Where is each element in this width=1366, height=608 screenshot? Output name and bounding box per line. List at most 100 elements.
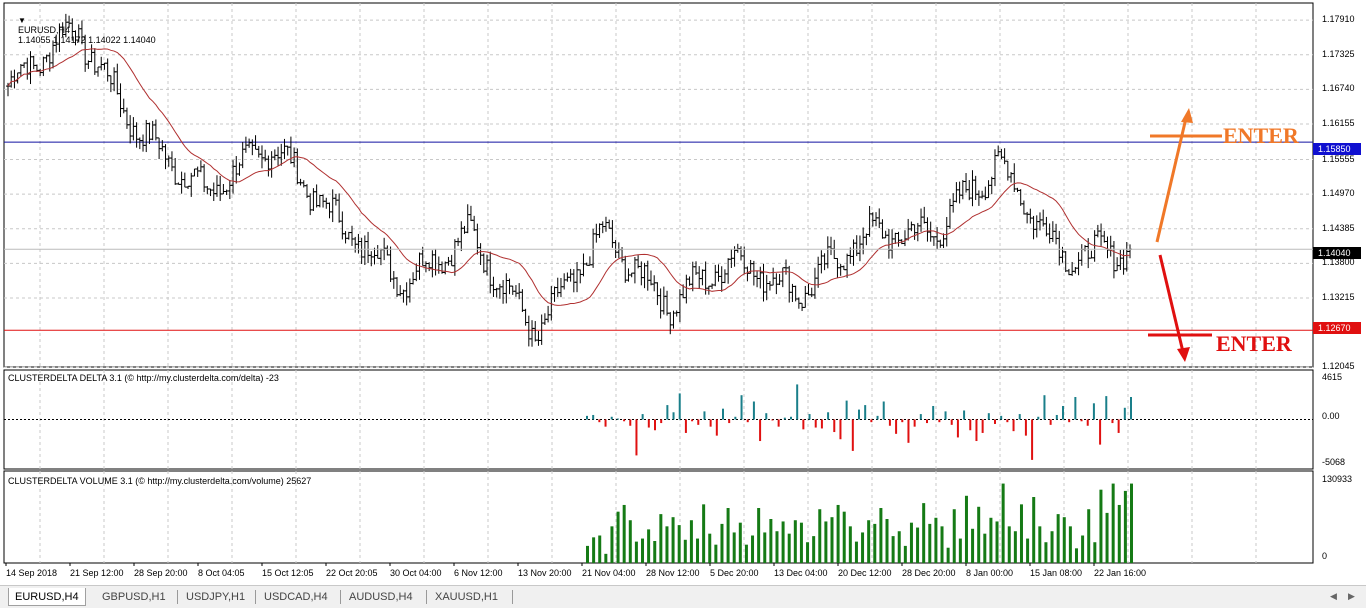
tab-separator xyxy=(177,590,178,604)
delta-bar xyxy=(691,419,694,422)
delta-bar xyxy=(598,419,601,423)
volume-bar xyxy=(971,528,975,563)
volume-bar xyxy=(861,532,865,563)
main-pane-border xyxy=(3,2,1314,368)
time-tick-label: 21 Sep 12:00 xyxy=(70,568,124,578)
delta-bar xyxy=(740,395,743,420)
delta-bar xyxy=(722,408,724,420)
volume-bar xyxy=(897,531,901,563)
volume-bar xyxy=(873,523,877,563)
delta-bar xyxy=(926,419,928,424)
tab-gbpusd-h1[interactable]: GBPUSD,H1 xyxy=(96,588,172,606)
volume-bar xyxy=(867,520,871,563)
volume-bar xyxy=(683,539,687,563)
delta-bar xyxy=(654,419,656,431)
volume-bar xyxy=(977,506,981,563)
moving-average-line xyxy=(7,48,1131,306)
delta-bar xyxy=(994,419,996,424)
delta-bar xyxy=(629,419,632,426)
volume-bar xyxy=(958,538,962,563)
delta-bar xyxy=(814,419,817,428)
time-tick-label: 21 Nov 04:00 xyxy=(582,568,636,578)
volume-bar xyxy=(1013,531,1017,563)
volume-bar xyxy=(1111,483,1115,563)
tab-audusd-h4[interactable]: AUDUSD,H4 xyxy=(343,588,419,606)
delta-bar xyxy=(1105,396,1108,420)
delta-bar xyxy=(765,413,768,420)
volume-bar xyxy=(653,541,657,563)
price-tick-label: 1.14970 xyxy=(1322,188,1355,199)
volume-bar xyxy=(909,522,913,563)
enter-down-label: ENTER xyxy=(1216,331,1292,356)
delta-bar xyxy=(697,419,700,425)
time-tick-label: 8 Jan 00:00 xyxy=(966,568,1014,578)
price-tick-label: 1.17910 xyxy=(1322,14,1355,25)
time-tick-label: 14 Sep 2018 xyxy=(6,568,58,578)
tab-usdcad-h4[interactable]: USDCAD,H4 xyxy=(258,588,334,606)
delta-bar xyxy=(882,401,885,420)
scroll-right-icon[interactable]: ▶ xyxy=(1348,591,1355,602)
volume-bar xyxy=(708,533,712,563)
tab-usdjpy-h1[interactable]: USDJPY,H1 xyxy=(180,588,251,606)
time-tick-label: 30 Oct 04:00 xyxy=(390,568,442,578)
volume-bar xyxy=(799,522,803,563)
volume-bar xyxy=(702,504,706,563)
volume-bar xyxy=(744,544,748,563)
time-tick-label: 22 Oct 20:05 xyxy=(326,568,378,578)
delta-bar xyxy=(827,412,830,420)
volume-bar xyxy=(775,531,779,563)
delta-bar xyxy=(1037,416,1040,420)
delta-bar xyxy=(1123,407,1126,420)
delta-bar xyxy=(895,419,898,434)
scroll-left-icon[interactable]: ◀ xyxy=(1330,591,1337,602)
volume-bar xyxy=(1130,483,1133,563)
volume-bar xyxy=(964,495,968,563)
delta-bar xyxy=(820,419,823,429)
volume-bar xyxy=(1105,512,1109,563)
delta-bar xyxy=(864,405,867,420)
tab-separator xyxy=(512,590,513,604)
price-tick-label: 1.12045 xyxy=(1322,361,1355,372)
price-tick-label: 1.15555 xyxy=(1322,153,1355,164)
volume-bar xyxy=(616,511,620,563)
delta-bar xyxy=(604,419,607,427)
volume-bar xyxy=(934,517,938,563)
delta-bar xyxy=(870,419,873,423)
chart-canvas xyxy=(3,2,1314,566)
collapse-triangle-icon[interactable]: ▼ xyxy=(18,16,26,25)
volume-bar xyxy=(830,517,834,563)
volume-bar xyxy=(836,504,840,563)
volume-bar xyxy=(916,527,920,563)
tab-separator xyxy=(340,590,341,604)
delta-bar xyxy=(1024,419,1027,436)
volume-bar xyxy=(793,520,797,563)
volume-bar xyxy=(689,520,693,563)
time-tick-label: 22 Jan 16:00 xyxy=(1094,568,1147,578)
volume-bar xyxy=(751,535,755,563)
volume-bar xyxy=(598,535,602,563)
time-tick-label: 15 Jan 08:00 xyxy=(1030,568,1083,578)
current-price-box: 1.14040 xyxy=(1313,247,1361,259)
delta-bar xyxy=(1117,419,1120,433)
time-tick-label: 28 Dec 20:00 xyxy=(902,568,956,578)
volume-bar xyxy=(592,537,596,563)
volume-bar xyxy=(726,508,730,563)
volume-bar xyxy=(1081,535,1085,563)
tab-xauusd-h1[interactable]: XAUUSD,H1 xyxy=(429,588,504,606)
tab-separator xyxy=(255,590,256,604)
delta-bar xyxy=(592,414,595,420)
volume-bar xyxy=(787,533,791,563)
volume-bar xyxy=(1099,489,1103,563)
delta-bar xyxy=(932,405,935,420)
enter-down-arrow-shaft xyxy=(1158,254,1185,353)
volume-bar xyxy=(659,514,663,563)
volume-bar xyxy=(610,526,614,563)
tab-eurusd-h4[interactable]: EURUSD,H4 xyxy=(8,588,86,606)
delta-bar xyxy=(678,393,681,420)
delta-bar xyxy=(981,419,984,433)
delta-bar xyxy=(1099,419,1102,445)
volume-bar xyxy=(720,523,724,563)
volume-bar xyxy=(1007,526,1011,563)
volume-panel-label: CLUSTERDELTA VOLUME 3.1 (© http://my.clu… xyxy=(8,476,312,486)
delta-bar xyxy=(913,419,916,427)
